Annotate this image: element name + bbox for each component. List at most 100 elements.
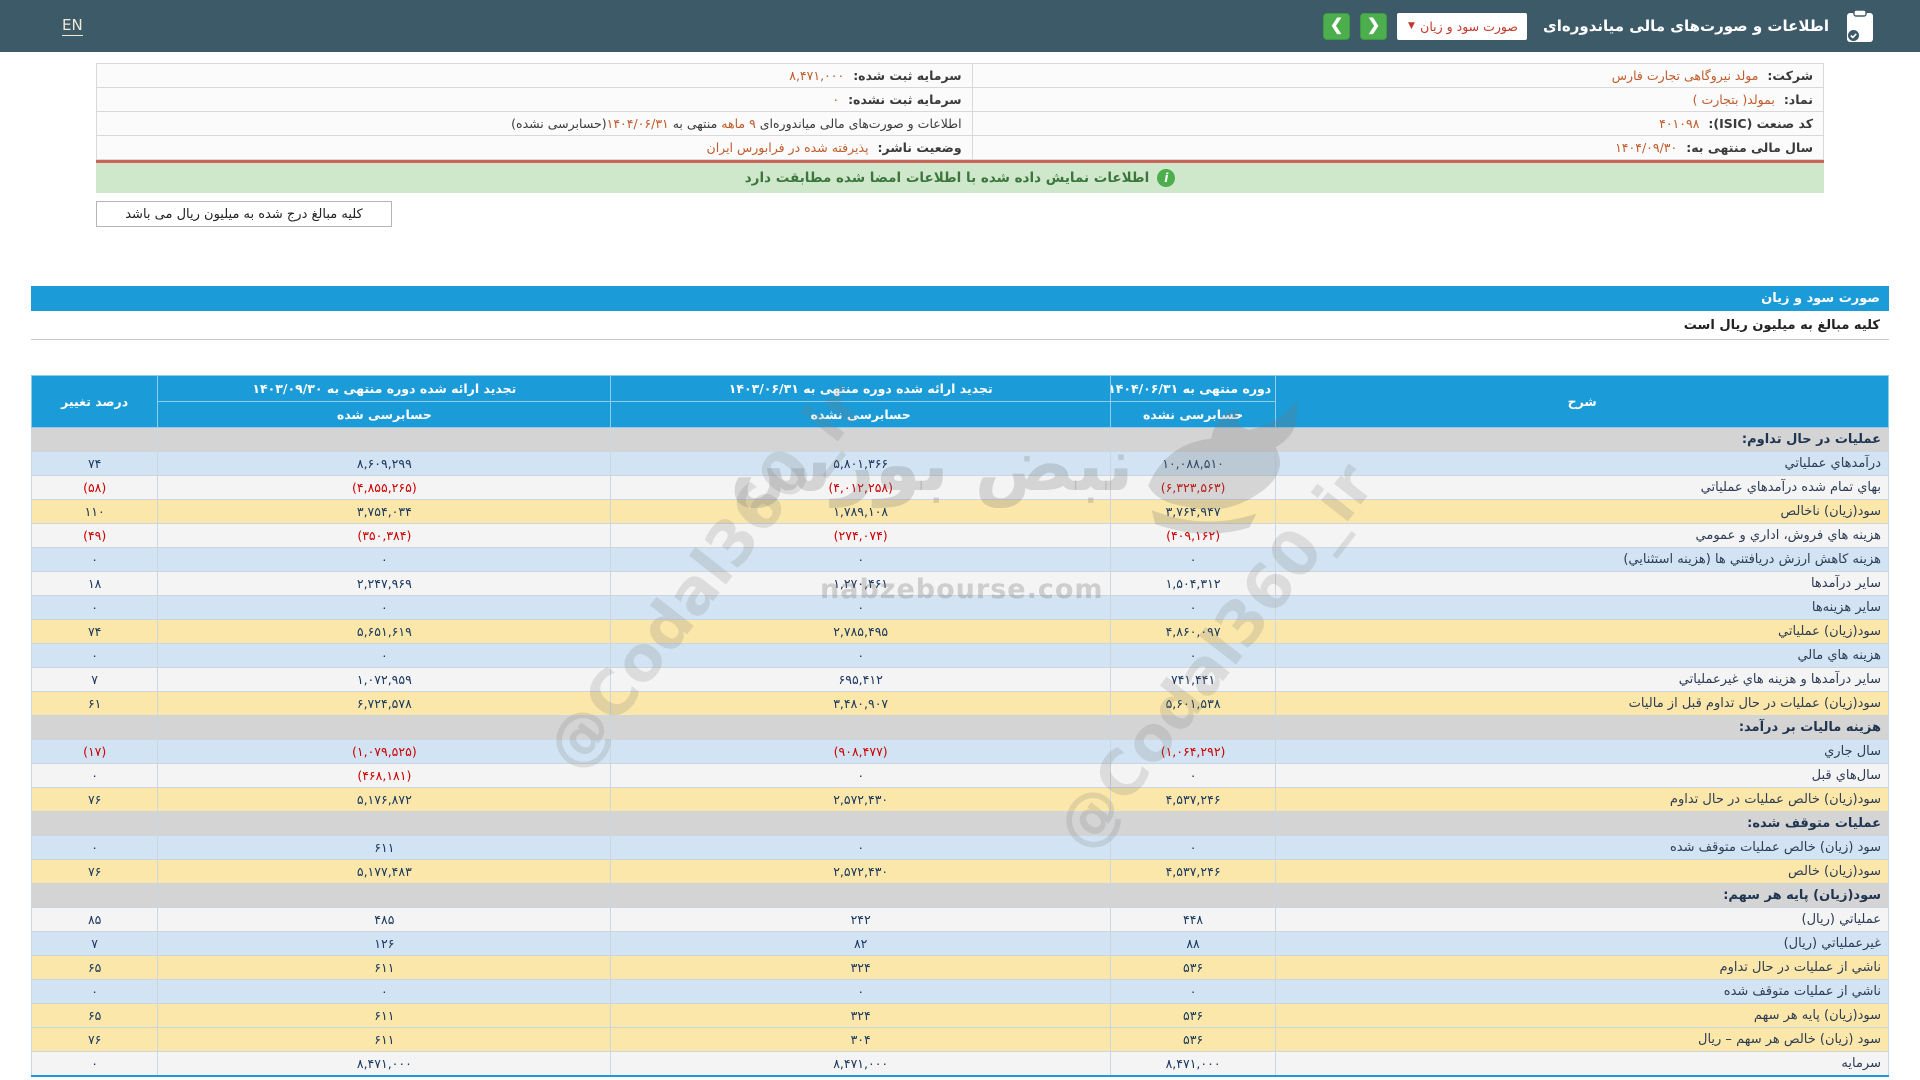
chevron-left-icon: ❮ (1329, 17, 1344, 34)
statement-row: عملیاتي (ریال) ۴۴۸ ۲۴۲ ۴۸۵ ۸۵ (30, 907, 1889, 932)
info-icon: i (1157, 169, 1176, 187)
row-value-v2: ۰ (610, 835, 1111, 860)
clipboard-report-icon (1845, 9, 1875, 43)
row-value-v1 (1109, 811, 1277, 836)
previous-statement-button[interactable]: ❮ (1323, 12, 1351, 40)
row-value-v1: ۳,۷۶۴,۹۴۷ (1109, 499, 1277, 524)
row-label: سود(زیان) عملیات در حال تداوم قبل از مال… (1275, 691, 1889, 716)
subheader-unaudited: حسابرسی نشده (1109, 401, 1277, 428)
statement-row: سود(زیان) عملیاتي ۴,۸۶۰,۰۹۷ ۲,۷۸۵,۴۹۵ ۵,۶۵۱… (30, 619, 1889, 644)
row-value-v3: ۰ (157, 643, 612, 668)
signature-match-notice-text: اطلاعات نمایش داده شده با اطلاعات امضا ش… (744, 170, 1150, 186)
ticker-symbol-cell: نماد: بمولد( بتجارت ) (971, 87, 1825, 112)
row-label: درآمدهاي عملیاتي (1275, 451, 1889, 476)
row-value-v1: ۸۸ (1109, 931, 1277, 956)
row-value-pct: ۰ (30, 979, 159, 1004)
next-statement-button[interactable]: ❯ (1360, 12, 1388, 40)
row-value-v3: ۶۱۱ (157, 835, 612, 860)
row-value-v1: ۰ (1109, 547, 1277, 572)
row-value-pct: ۱۸ (30, 571, 159, 596)
row-value-v3: ۵,۶۵۱,۶۱۹ (157, 619, 612, 644)
row-value-v2: ۰ (610, 763, 1111, 788)
row-value-pct: ۷۴ (30, 619, 159, 644)
row-value-v3: ۸,۶۰۹,۲۹۹ (157, 451, 612, 476)
statement-row: سود(زیان) خالص عملیات در حال تداوم ۴,۵۳۷,… (30, 787, 1889, 812)
row-label: عملیات در حال تداوم: (1275, 427, 1889, 452)
statement-row: سرمایه ۸,۴۷۱,۰۰۰ ۸,۴۷۱,۰۰۰ ۸,۴۷۱,۰۰۰ ۰ (30, 1051, 1889, 1076)
statement-row: هزینه کاهش ارزش دریافتني ها (هزینه استثن… (30, 547, 1889, 572)
row-value-v3 (157, 883, 612, 908)
row-value-v2: ۵,۸۰۱,۳۶۶ (610, 451, 1111, 476)
row-value-v2: (۴,۰۱۲,۲۵۸) (610, 475, 1111, 500)
row-value-v3: ۶,۷۲۴,۵۷۸ (157, 691, 612, 716)
statement-row: سود(زیان) عملیات در حال تداوم قبل از مال… (30, 691, 1889, 716)
report-period-months: ۹ ماهه (721, 116, 756, 131)
statement-row: سود (زیان) خالص هر سهم – ریال ۵۳۶ ۳۰۴ ۶۱۱ ۷۶ (30, 1027, 1889, 1052)
row-value-v3: ۵,۱۷۶,۸۷۲ (157, 787, 612, 812)
fiscal-year-end-cell: سال مالی منتهی به: ۱۴۰۴/۰۹/۳۰ (971, 135, 1825, 160)
row-label: سال جاري (1275, 739, 1889, 764)
signature-match-notice: i اطلاعات نمایش داده شده با اطلاعات امضا… (96, 163, 1824, 193)
row-value-pct: (۵۸) (30, 475, 159, 500)
unregistered-capital-cell: سرمایه ثبت نشده: ۰ (96, 87, 973, 112)
row-label: سایر درآمدها و هزینه هاي غیرعملیاتي (1275, 667, 1889, 692)
top-header-bar: اطلاعات و صورت‌های مالی میاندوره‌ای صورت… (0, 0, 1920, 52)
row-label: هزینه هاي مالي (1275, 643, 1889, 668)
section-header-row: عملیات متوقف شده: (30, 811, 1889, 836)
row-value-v1: (۱,۰۶۴,۲۹۲) (1109, 739, 1277, 764)
row-value-pct: ۰ (30, 835, 159, 860)
ticker-symbol-label: نماد: (1783, 92, 1813, 107)
row-label: هزینه کاهش ارزش دریافتني ها (هزینه استثن… (1275, 547, 1889, 572)
row-value-v3: ۳,۷۵۴,۰۳۴ (157, 499, 612, 524)
row-value-v3: ۶۱۱ (157, 955, 612, 980)
row-value-v3: ۰ (157, 979, 612, 1004)
row-value-v2: ۸۲ (610, 931, 1111, 956)
row-label: سود(زیان) خالص (1275, 859, 1889, 884)
row-value-v3: ۲,۲۴۷,۹۶۹ (157, 571, 612, 596)
row-value-v3: ۱۲۶ (157, 931, 612, 956)
statement-title: صورت سود و زیان (1761, 291, 1880, 306)
row-value-v2: ۳۲۴ (610, 955, 1111, 980)
ticker-symbol-value: بمولد( بتجارت ) (1692, 92, 1775, 107)
statement-title-bar: صورت سود و زیان (31, 286, 1889, 311)
row-value-v2: ۳۰۴ (610, 1027, 1111, 1052)
row-label: سود (زیان) خالص هر سهم – ریال (1275, 1027, 1889, 1052)
income-statement-table-wrap: شرح دوره منتهی به ۱۴۰۴/۰۶/۳۱ تجدید ارائه… (30, 375, 1889, 1077)
row-value-v2: ۸,۴۷۱,۰۰۰ (610, 1051, 1111, 1076)
row-value-v1: (۶,۳۲۳,۵۶۳) (1109, 475, 1277, 500)
row-value-pct: ۷۶ (30, 859, 159, 884)
row-label: سال‌هاي قبل (1275, 763, 1889, 788)
row-value-v1: ۰ (1109, 979, 1277, 1004)
row-value-v2: ۰ (610, 979, 1111, 1004)
company-info-row: کد صنعت (ISIC): ۴۰۱۰۹۸ اطلاعات و صورت‌ها… (96, 111, 1825, 136)
company-info-section: شرکت: مولد نیروگاهی تجارت فارس سرمایه ثب… (96, 63, 1825, 160)
row-label: سود(زیان) عملیاتي (1275, 619, 1889, 644)
chevron-down-icon: ▼ (1408, 21, 1415, 31)
row-value-pct (30, 883, 159, 908)
row-value-v2 (610, 883, 1111, 908)
report-period-cell: اطلاعات و صورت‌های مالی میاندوره‌ای ۹ ما… (96, 111, 973, 136)
language-toggle-en[interactable]: EN (62, 16, 83, 36)
row-value-v2: ۱,۷۸۹,۱۰۸ (610, 499, 1111, 524)
statement-type-dropdown[interactable]: صورت سود و زیان ▼ (1397, 12, 1528, 40)
statement-row: هزینه هاي فروش، اداري و عمومي (۴۰۹,۱۶۲) (۲… (30, 523, 1889, 548)
row-value-v1: ۵۳۶ (1109, 1003, 1277, 1028)
statement-row: سال‌هاي قبل ۰ ۰ (۴۶۸,۱۸۱) ۰ (30, 763, 1889, 788)
row-value-pct: ۰ (30, 595, 159, 620)
row-value-v3: ۵,۱۷۷,۴۸۳ (157, 859, 612, 884)
row-label: سود(زیان) خالص عملیات در حال تداوم (1275, 787, 1889, 812)
row-value-pct: (۴۹) (30, 523, 159, 548)
row-value-v3: ۰ (157, 595, 612, 620)
row-label: عملیات متوقف شده: (1275, 811, 1889, 836)
statement-row: ناشي از عملیات متوقف شده ۰ ۰ ۰ ۰ (30, 979, 1889, 1004)
row-value-v1: ۴,۵۳۷,۲۴۶ (1109, 787, 1277, 812)
row-value-v2: ۲,۵۷۲,۴۳۰ (610, 787, 1111, 812)
row-value-pct: ۰ (30, 547, 159, 572)
row-value-v1: ۵۳۶ (1109, 955, 1277, 980)
amounts-unit-note-text: کلیه مبالغ درج شده به میلیون ریال می باش… (125, 206, 363, 222)
row-value-v3: (۳۵۰,۳۸۴) (157, 523, 612, 548)
row-value-pct: ۷۶ (30, 1027, 159, 1052)
row-value-pct: ۰ (30, 643, 159, 668)
column-header-restated-prior-year: تجدید ارائه شده دوره منتهی به ۱۴۰۳/۰۹/۳۰ (157, 375, 612, 402)
isic-code-label: کد صنعت (ISIC): (1708, 116, 1813, 131)
